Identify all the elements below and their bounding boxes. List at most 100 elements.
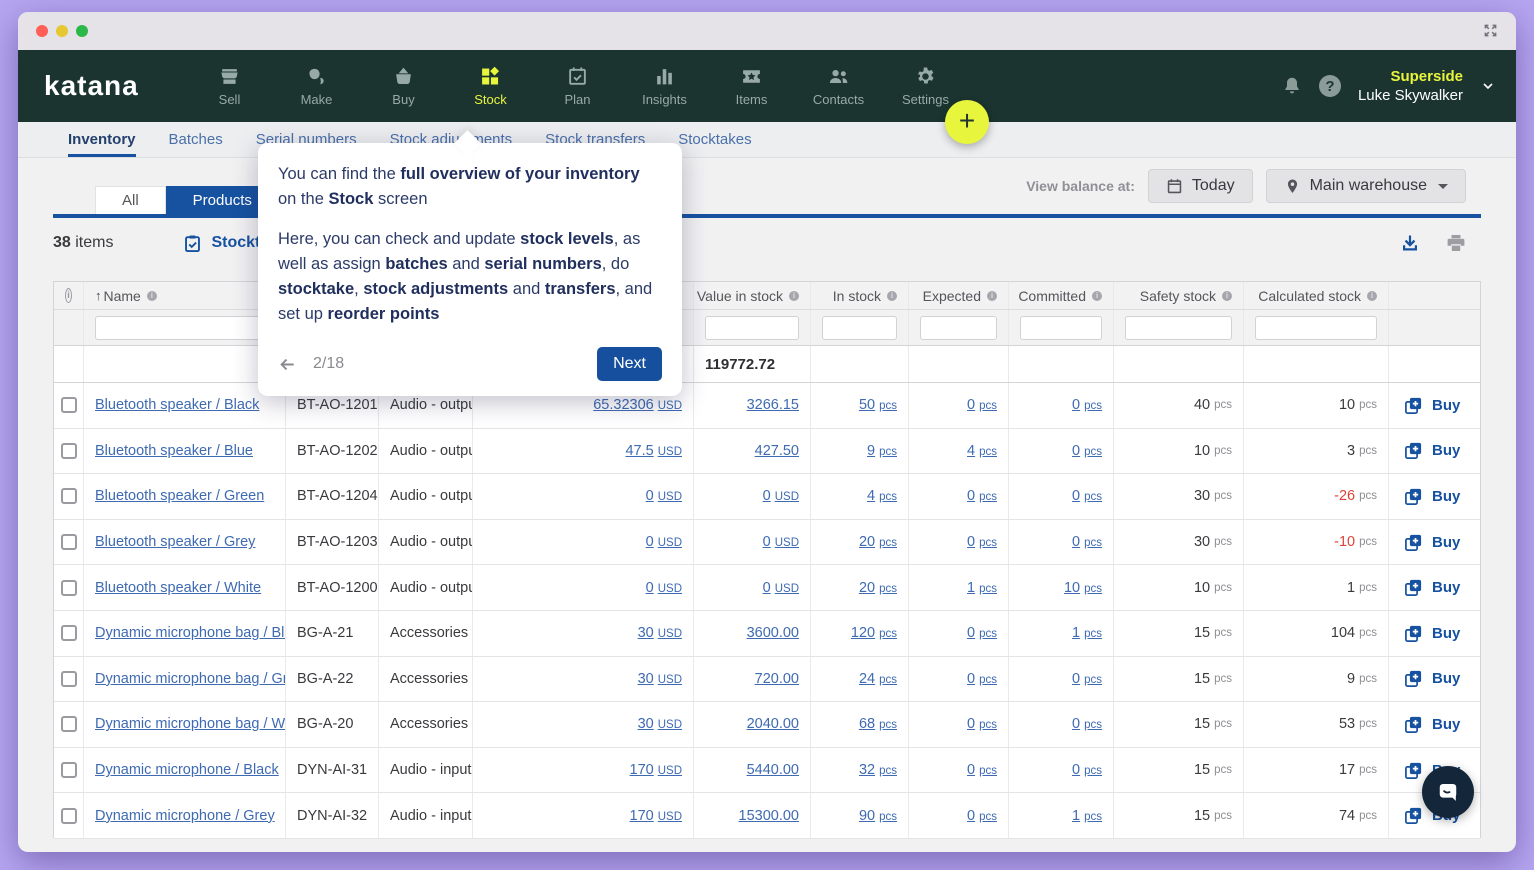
col-header-calculated[interactable]: Calculated stocki — [1244, 282, 1389, 309]
nav-item-sell[interactable]: Sell — [186, 50, 273, 122]
info-icon[interactable]: i — [147, 291, 157, 301]
expected-link[interactable]: 0pcs — [967, 808, 997, 824]
row-checkbox[interactable] — [61, 580, 77, 596]
warehouse-selector[interactable]: Main warehouse — [1266, 169, 1466, 203]
buy-button[interactable]: Buy — [1400, 715, 1460, 734]
value-in-stock-link[interactable]: 0USD — [763, 534, 799, 550]
committed-link[interactable]: 0pcs — [1072, 762, 1102, 778]
back-arrow-icon[interactable] — [278, 355, 297, 374]
row-checkbox[interactable] — [61, 716, 77, 732]
in-stock-link[interactable]: 120pcs — [851, 625, 897, 641]
product-link[interactable]: Dynamic microphone bag / Grey — [95, 671, 286, 687]
average-cost-link[interactable]: 0USD — [646, 580, 682, 596]
info-icon[interactable]: i — [789, 291, 799, 301]
expected-link[interactable]: 0pcs — [967, 716, 997, 732]
row-checkbox[interactable] — [61, 534, 77, 550]
filter-expected[interactable] — [920, 316, 997, 340]
katana-logo[interactable]: katana — [18, 50, 186, 122]
row-checkbox[interactable] — [61, 488, 77, 504]
in-stock-link[interactable]: 68pcs — [859, 716, 897, 732]
committed-link[interactable]: 1pcs — [1072, 808, 1102, 824]
filter-in_stock[interactable] — [822, 316, 897, 340]
product-link[interactable]: Bluetooth speaker / Blue — [95, 443, 253, 459]
value-in-stock-link[interactable]: 0USD — [763, 580, 799, 596]
nav-item-stock[interactable]: Stock — [447, 50, 534, 122]
average-cost-link[interactable]: 30USD — [638, 625, 682, 641]
filter-committed[interactable] — [1020, 316, 1102, 340]
in-stock-link[interactable]: 24pcs — [859, 671, 897, 687]
filter-value[interactable] — [705, 316, 799, 340]
product-link[interactable]: Bluetooth speaker / Grey — [95, 534, 255, 550]
expected-link[interactable]: 0pcs — [967, 762, 997, 778]
col-header-in_stock[interactable]: In stocki — [811, 282, 909, 309]
product-link[interactable]: Dynamic microphone / Grey — [95, 808, 275, 824]
in-stock-link[interactable]: 90pcs — [859, 808, 897, 824]
balance-date-button[interactable]: Today — [1148, 169, 1253, 203]
committed-link[interactable]: 0pcs — [1072, 488, 1102, 504]
value-in-stock-link[interactable]: 3266.15 — [747, 397, 799, 413]
nav-item-buy[interactable]: Buy — [360, 50, 447, 122]
row-checkbox[interactable] — [61, 762, 77, 778]
expected-link[interactable]: 0pcs — [967, 488, 997, 504]
committed-link[interactable]: 1pcs — [1072, 625, 1102, 641]
buy-button[interactable]: Buy — [1400, 624, 1460, 643]
expected-link[interactable]: 0pcs — [967, 625, 997, 641]
expand-icon[interactable] — [1481, 21, 1500, 40]
average-cost-link[interactable]: 65.32306USD — [593, 397, 682, 413]
info-icon[interactable]: i — [887, 291, 897, 301]
committed-link[interactable]: 0pcs — [1072, 443, 1102, 459]
in-stock-link[interactable]: 32pcs — [859, 762, 897, 778]
nav-item-plan[interactable]: Plan — [534, 50, 621, 122]
nav-item-items[interactable]: Items — [708, 50, 795, 122]
filter-name[interactable] — [95, 316, 274, 340]
row-checkbox[interactable] — [61, 671, 77, 687]
product-link[interactable]: Bluetooth speaker / White — [95, 580, 261, 596]
download-icon[interactable] — [1400, 233, 1420, 253]
product-link[interactable]: Bluetooth speaker / Green — [95, 488, 264, 504]
buy-button[interactable]: Buy — [1400, 669, 1460, 688]
average-cost-link[interactable]: 170USD — [630, 762, 682, 778]
buy-button[interactable]: Buy — [1400, 487, 1460, 506]
minimize-button[interactable] — [56, 25, 68, 37]
committed-link[interactable]: 0pcs — [1072, 397, 1102, 413]
info-icon[interactable]: i — [987, 291, 997, 301]
row-checkbox[interactable] — [61, 808, 77, 824]
filter-safety[interactable] — [1125, 316, 1232, 340]
product-link[interactable]: Dynamic microphone bag / Black — [95, 625, 286, 641]
average-cost-link[interactable]: 0USD — [646, 534, 682, 550]
zoom-button[interactable] — [76, 25, 88, 37]
expected-link[interactable]: 0pcs — [967, 397, 997, 413]
col-header-expected[interactable]: Expectedi — [909, 282, 1009, 309]
expected-link[interactable]: 4pcs — [967, 443, 997, 459]
row-checkbox[interactable] — [61, 397, 77, 413]
col-header-name[interactable]: ↑Namei — [84, 282, 286, 309]
in-stock-link[interactable]: 4pcs — [867, 488, 897, 504]
buy-button[interactable]: Buy — [1400, 441, 1460, 460]
committed-link[interactable]: 10pcs — [1064, 580, 1102, 596]
value-in-stock-link[interactable]: 5440.00 — [747, 762, 799, 778]
committed-link[interactable]: 0pcs — [1072, 716, 1102, 732]
product-link[interactable]: Bluetooth speaker / Black — [95, 397, 259, 413]
nav-item-make[interactable]: Make — [273, 50, 360, 122]
chat-button[interactable] — [1422, 766, 1474, 818]
value-in-stock-link[interactable]: 15300.00 — [739, 808, 799, 824]
average-cost-link[interactable]: 0USD — [646, 488, 682, 504]
committed-link[interactable]: 0pcs — [1072, 671, 1102, 687]
help-icon[interactable]: ? — [1319, 75, 1341, 97]
expected-link[interactable]: 0pcs — [967, 671, 997, 687]
nav-item-contacts[interactable]: Contacts — [795, 50, 882, 122]
tab-stocktakes[interactable]: Stocktakes — [678, 122, 751, 157]
buy-button[interactable]: Buy — [1400, 578, 1460, 597]
in-stock-link[interactable]: 20pcs — [859, 580, 897, 596]
product-link[interactable]: Dynamic microphone bag / White — [95, 716, 286, 732]
expected-link[interactable]: 0pcs — [967, 534, 997, 550]
info-icon[interactable]: i — [1222, 291, 1232, 301]
account-menu[interactable]: Superside Luke Skywalker — [1358, 67, 1463, 106]
average-cost-link[interactable]: 47.5USD — [625, 443, 682, 459]
col-header-committed[interactable]: Committedi — [1009, 282, 1114, 309]
col-header-safety[interactable]: Safety stocki — [1114, 282, 1244, 309]
in-stock-link[interactable]: 20pcs — [859, 534, 897, 550]
value-in-stock-link[interactable]: 720.00 — [755, 671, 799, 687]
notifications-bell-icon[interactable] — [1282, 76, 1302, 96]
row-checkbox[interactable] — [61, 625, 77, 641]
